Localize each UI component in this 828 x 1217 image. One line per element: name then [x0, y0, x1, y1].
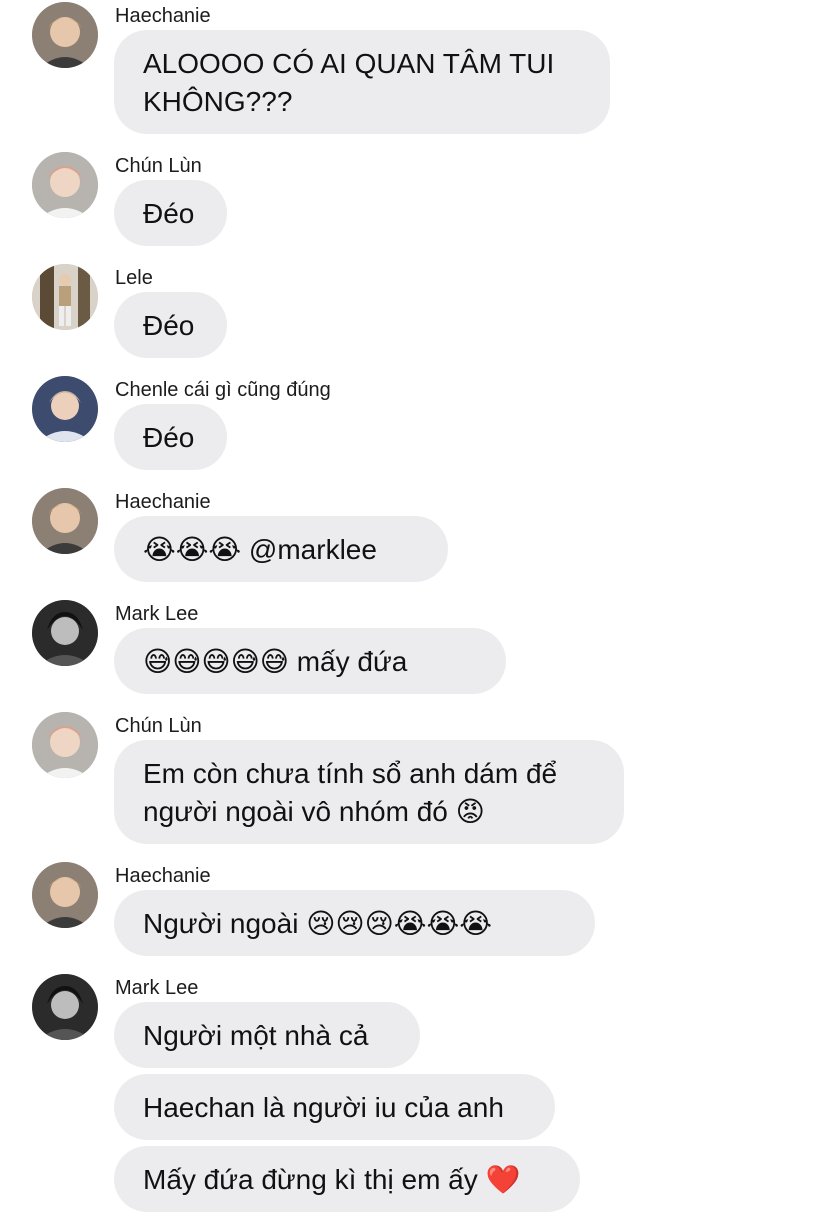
message-bubble[interactable]: Đéo: [114, 180, 227, 246]
sender-name: Mark Lee: [115, 977, 199, 999]
message-bubble[interactable]: 😭😭😭 @marklee: [114, 516, 448, 582]
avatar-mark-lee[interactable]: [32, 974, 98, 1040]
sender-name: Haechanie: [115, 5, 211, 27]
sender-name: Chún Lùn: [115, 715, 202, 737]
message-text: Mấy đứa đừng kì thị em ấy ❤️: [143, 1164, 521, 1195]
message-text: Người một nhà cả: [143, 1020, 369, 1051]
message-text: Đéo: [143, 198, 195, 229]
message-text: 😭😭😭 @marklee: [143, 534, 377, 565]
sender-name: Mark Lee: [115, 603, 199, 625]
avatar-mark-lee[interactable]: [32, 600, 98, 666]
message-bubble[interactable]: Người ngoài 😢😢😢😭😭😭: [114, 890, 595, 956]
message-bubble[interactable]: Người một nhà cả: [114, 1002, 420, 1068]
avatar-haechanie[interactable]: [32, 2, 98, 68]
sender-name: Lele: [115, 267, 153, 289]
message-text: người ngoài vô nhóm đó 😡: [143, 796, 485, 827]
message-text: 😅😅😅😅😅 mấy đứa: [143, 646, 408, 677]
message-text: ALOOOO CÓ AI QUAN TÂM TUI: [143, 48, 555, 79]
sender-name: Chenle cái gì cũng đúng: [115, 379, 331, 401]
avatar-chenle[interactable]: [32, 376, 98, 442]
avatar-lele[interactable]: [32, 264, 98, 330]
message-bubble[interactable]: Em còn chưa tính sổ anh dám để người ngo…: [114, 740, 624, 844]
message-text: Đéo: [143, 422, 195, 453]
message-bubble[interactable]: ALOOOO CÓ AI QUAN TÂM TUI KHÔNG???: [114, 30, 610, 134]
message-bubble[interactable]: Đéo: [114, 404, 227, 470]
message-text: Haechan là người iu của anh: [143, 1092, 504, 1123]
avatar-chun-lun[interactable]: [32, 152, 98, 218]
sender-name: Haechanie: [115, 491, 211, 513]
message-bubble[interactable]: 😅😅😅😅😅 mấy đứa: [114, 628, 506, 694]
message-bubble[interactable]: Haechan là người iu của anh: [114, 1074, 555, 1140]
avatar-chun-lun[interactable]: [32, 712, 98, 778]
message-bubble[interactable]: Đéo: [114, 292, 227, 358]
message-bubble[interactable]: Mấy đứa đừng kì thị em ấy ❤️: [114, 1146, 580, 1212]
message-text: Đéo: [143, 310, 195, 341]
avatar-haechanie[interactable]: [32, 488, 98, 554]
sender-name: Haechanie: [115, 865, 211, 887]
message-text: Em còn chưa tính sổ anh dám để: [143, 758, 558, 789]
message-text: Người ngoài 😢😢😢😭😭😭: [143, 908, 492, 939]
avatar-haechanie[interactable]: [32, 862, 98, 928]
sender-name: Chún Lùn: [115, 155, 202, 177]
message-text: KHÔNG???: [143, 86, 293, 117]
